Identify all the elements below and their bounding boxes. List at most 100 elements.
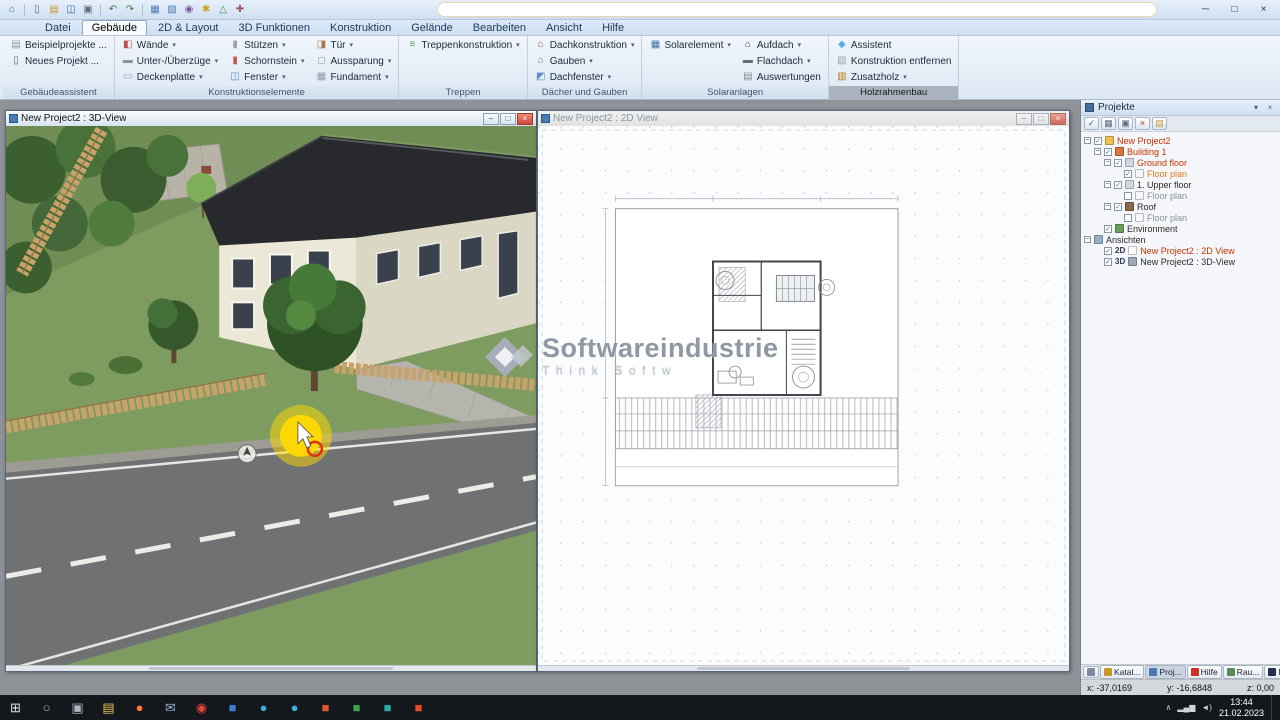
ribbon-button-solarelement[interactable]: ▦Solarelement▾ — [646, 37, 733, 53]
panel-menu-icon[interactable]: ▾ — [1250, 102, 1262, 114]
menu-item-3d-funktionen[interactable]: 3D Funktionen — [230, 21, 320, 35]
expander-icon[interactable]: − — [1084, 236, 1091, 243]
3d-view-titlebar[interactable]: New Project2 : 3D-View –□× — [6, 111, 536, 126]
print-icon[interactable]: ▣ — [80, 2, 96, 17]
2d-view-icon[interactable]: ▦ — [147, 2, 163, 17]
panel-tab-proj[interactable]: Proj... — [1145, 665, 1185, 679]
chrome-icon[interactable]: ◉ — [186, 695, 217, 720]
menu-item-gebaude[interactable]: Gebäude — [82, 20, 147, 35]
ribbon-button-tur[interactable]: ◨Tür▾ — [312, 37, 394, 53]
expander-icon[interactable]: − — [1104, 203, 1111, 210]
camera-icon[interactable]: ◉ — [181, 2, 197, 17]
minimize-button[interactable]: – — [1016, 113, 1032, 125]
panel-tab-hilfe[interactable]: Hilfe — [1187, 665, 1222, 679]
tree-item-ground-floor[interactable]: −✓Ground floor — [1081, 157, 1280, 168]
tree-item-roof[interactable]: −✓Roof — [1081, 201, 1280, 212]
apply-check-icon[interactable]: ✓ — [1084, 117, 1099, 130]
start-button[interactable]: ⊞ — [0, 695, 31, 720]
tree-item-new-project2-3d-view[interactable]: ✓3DNew Project2 : 3D-View — [1081, 256, 1280, 267]
tree-item-1-upper-floor[interactable]: −✓1. Upper floor — [1081, 179, 1280, 190]
edge-icon[interactable]: ● — [279, 695, 310, 720]
firefox-icon[interactable]: ● — [124, 695, 155, 720]
checkbox[interactable]: ✓ — [1114, 181, 1122, 189]
daylight-icon[interactable]: ✱ — [198, 2, 214, 17]
minimize-button[interactable]: ─ — [1191, 0, 1220, 19]
tile-windows-icon[interactable]: ▦ — [1101, 117, 1116, 130]
checkbox[interactable]: ✓ — [1124, 170, 1132, 178]
tree-item-new-project2-2d-view[interactable]: ✓2DNew Project2 : 2D View — [1081, 245, 1280, 256]
new-file-icon[interactable]: ▯ — [29, 2, 45, 17]
menu-item-datei[interactable]: Datei — [36, 21, 80, 35]
recorder-orange-icon[interactable]: ■ — [310, 695, 341, 720]
ribbon-button-assistent[interactable]: ◆Assistent — [833, 37, 955, 53]
close-button[interactable]: × — [1249, 0, 1278, 19]
tree-item-new-project2[interactable]: −✓New Project2 — [1081, 135, 1280, 146]
ribbon-button-dachkonstruktion[interactable]: ⌂Dachkonstruktion▾ — [532, 37, 638, 53]
ribbon-button-aufdach[interactable]: ⌂Aufdach▾ — [739, 37, 824, 53]
network-icon[interactable]: ▂▄▆ — [1177, 703, 1195, 712]
app-icon[interactable]: ⌂ — [4, 2, 20, 17]
search-icon[interactable]: ○ — [31, 695, 62, 720]
maximize-button[interactable]: □ — [1033, 113, 1049, 125]
ribbon-button-treppenkonstruktion[interactable]: ≡Treppenkonstruktion▾ — [403, 37, 522, 53]
ribbon-button-aussparung[interactable]: ◻Aussparung▾ — [312, 53, 394, 69]
menu-item-2d-layout[interactable]: 2D & Layout — [149, 21, 228, 35]
menu-item-hilfe[interactable]: Hilfe — [593, 21, 633, 35]
expander-icon[interactable]: − — [1084, 137, 1091, 144]
tree-item-floor-plan[interactable]: Floor plan — [1081, 212, 1280, 223]
redo-icon[interactable]: ↷ — [122, 2, 138, 17]
menu-item-gelande[interactable]: Gelände — [402, 21, 462, 35]
2d-viewport[interactable] — [538, 126, 1069, 665]
tree-item-floor-plan[interactable]: Floor plan — [1081, 190, 1280, 201]
maximize-button[interactable]: □ — [1220, 0, 1249, 19]
2d-horizontal-scrollbar[interactable] — [538, 665, 1069, 671]
panel-tab-katal[interactable]: Katal... — [1100, 665, 1144, 679]
ribbon-button-auswertungen[interactable]: ▤Auswertungen — [739, 69, 824, 85]
ribbon-button-deckenplatte[interactable]: ▭Deckenplatte▾ — [119, 69, 221, 85]
mail-icon[interactable]: ✉ — [155, 695, 186, 720]
tree-item-floor-plan[interactable]: ✓Floor plan — [1081, 168, 1280, 179]
menu-item-ansicht[interactable]: Ansicht — [537, 21, 591, 35]
checkbox[interactable]: ✓ — [1104, 225, 1112, 233]
3d-viewport[interactable] — [6, 126, 536, 665]
checkbox[interactable] — [1124, 214, 1132, 222]
checkbox[interactable]: ✓ — [1094, 137, 1102, 145]
settings-icon[interactable]: ✚ — [232, 2, 248, 17]
volume-icon[interactable]: ◄) — [1201, 703, 1212, 712]
panel-tab-icon-only[interactable] — [1083, 666, 1099, 678]
walkthrough-icon[interactable]: △ — [215, 2, 231, 17]
maximize-button[interactable]: □ — [500, 113, 516, 125]
open-icon[interactable]: ▤ — [46, 2, 62, 17]
ribbon-button-fundament[interactable]: ▦Fundament▾ — [312, 69, 394, 85]
ribbon-button-unter-uberzuge[interactable]: ▬Unter-/Überzüge▾ — [119, 53, 221, 69]
checkbox[interactable]: ✓ — [1114, 203, 1122, 211]
show-desktop-button[interactable] — [1271, 695, 1276, 720]
checkbox[interactable] — [1124, 192, 1132, 200]
skype-icon[interactable]: ● — [248, 695, 279, 720]
delete-view-icon[interactable]: × — [1135, 117, 1150, 130]
undo-icon[interactable]: ↶ — [105, 2, 121, 17]
ribbon-button-fenster[interactable]: ◫Fenster▾ — [226, 69, 307, 85]
menu-item-bearbeiten[interactable]: Bearbeiten — [464, 21, 535, 35]
panel-tab-rau[interactable]: Rau... — [1223, 665, 1264, 679]
tray-expand-icon[interactable]: ∧ — [1166, 703, 1172, 712]
ribbon-button-zusatzholz[interactable]: ▥Zusatzholz▾ — [833, 69, 955, 85]
close-button[interactable]: × — [517, 113, 533, 125]
recorder-green-icon[interactable]: ■ — [341, 695, 372, 720]
scrollbar-thumb[interactable] — [697, 667, 909, 670]
close-button[interactable]: × — [1050, 113, 1066, 125]
ribbon-button-konstruktion-entfernen[interactable]: ▨Konstruktion entfernen — [833, 53, 955, 69]
tree-item-ansichten[interactable]: −Ansichten — [1081, 234, 1280, 245]
ribbon-button-stutzen[interactable]: ▮Stützen▾ — [226, 37, 307, 53]
menu-item-konstruktion[interactable]: Konstruktion — [321, 21, 400, 35]
orbit-control[interactable] — [238, 445, 256, 463]
tree-item-building-1[interactable]: −✓Building 1 — [1081, 146, 1280, 157]
save-icon[interactable]: ◫ — [63, 2, 79, 17]
app-blue-icon[interactable]: ■ — [217, 695, 248, 720]
expander-icon[interactable]: − — [1094, 148, 1101, 155]
3d-view-icon[interactable]: ▧ — [164, 2, 180, 17]
ribbon-button-schornstein[interactable]: ▮Schornstein▾ — [226, 53, 307, 69]
expander-icon[interactable]: − — [1104, 181, 1111, 188]
ribbon-button-wande[interactable]: ◧Wände▾ — [119, 37, 221, 53]
3d-horizontal-scrollbar[interactable] — [6, 665, 536, 671]
